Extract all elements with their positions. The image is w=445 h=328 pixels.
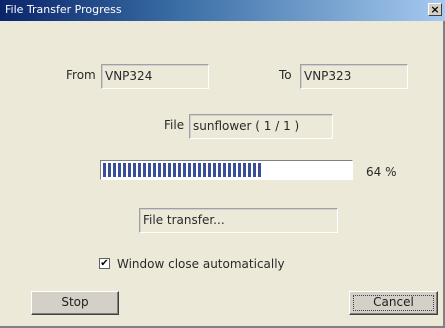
file-label: File <box>164 118 185 132</box>
close-icon[interactable]: × <box>428 3 442 16</box>
auto-close-label[interactable]: Window close automatically <box>117 257 285 271</box>
cancel-button[interactable]: Cancel <box>349 291 438 315</box>
file-field: sunflower ( 1 / 1 ) <box>189 114 333 139</box>
stop-button[interactable]: Stop <box>31 291 119 315</box>
progress-bar-fill <box>103 163 262 177</box>
window-title: File Transfer Progress <box>5 3 122 16</box>
progress-percent: 64 % <box>366 165 397 179</box>
file-transfer-dialog: File Transfer Progress × From VNP324 To … <box>0 0 445 328</box>
focus-rectangle <box>353 295 434 311</box>
to-field: VNP323 <box>300 64 408 89</box>
progress-bar <box>100 160 353 180</box>
from-label: From <box>66 68 96 82</box>
to-label: To <box>279 68 292 82</box>
checkmark-icon[interactable]: ✔ <box>99 258 110 269</box>
from-field: VNP324 <box>101 64 209 89</box>
title-bar[interactable]: File Transfer Progress × <box>0 0 445 21</box>
status-field: File transfer... <box>139 208 338 233</box>
